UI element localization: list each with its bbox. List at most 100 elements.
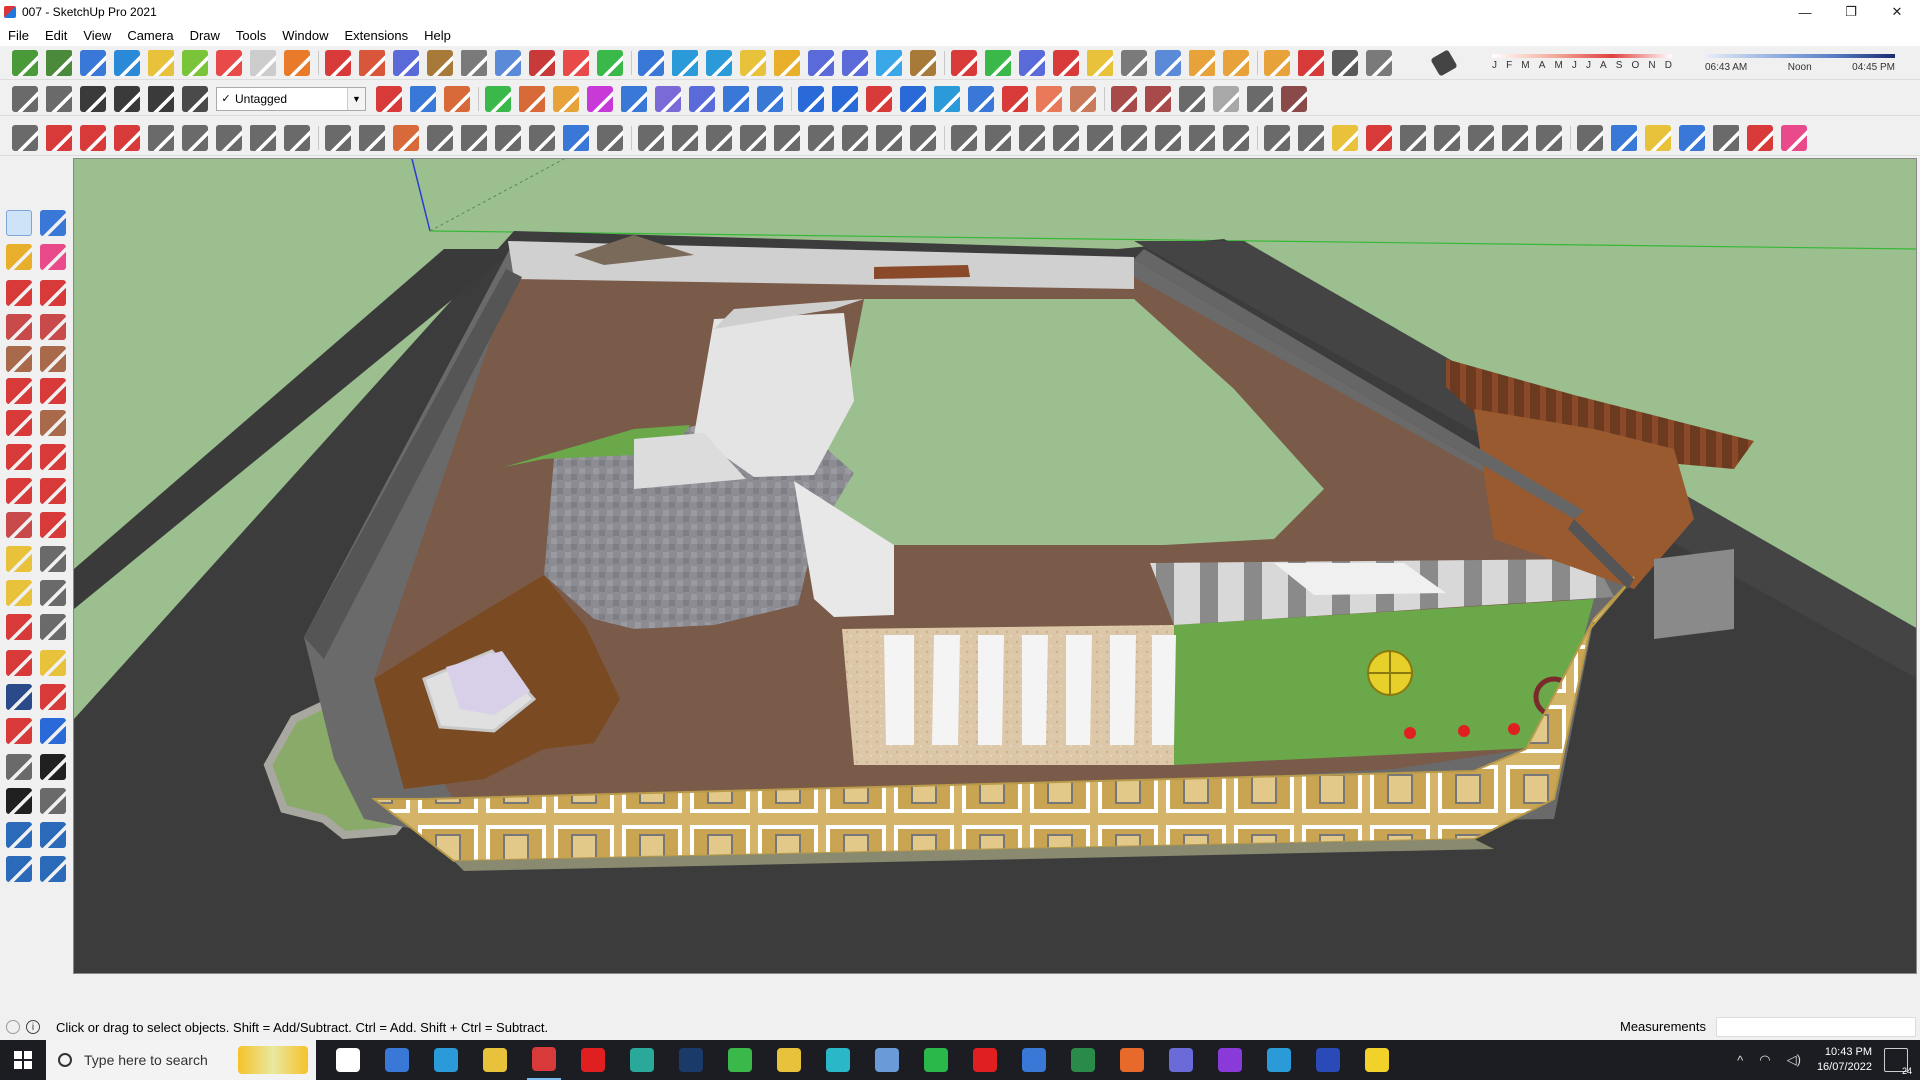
toolbar1-tool-19-icon[interactable]	[638, 49, 664, 76]
toolbar2-tool-28-icon[interactable]	[1111, 85, 1137, 112]
three-point-arc-icon[interactable]	[6, 410, 32, 436]
toolbar2-tool-9-icon[interactable]	[444, 85, 470, 112]
toolbar1-tool-13-icon[interactable]	[427, 49, 453, 76]
taskbar-sketchup-icon[interactable]	[527, 1040, 561, 1080]
toolbar3-tool-2-icon[interactable]	[46, 124, 72, 151]
toolbar1-tool-17-icon[interactable]	[563, 49, 589, 76]
smoove-icon[interactable]	[6, 856, 32, 882]
toolbar1-tool-15-icon[interactable]	[495, 49, 521, 76]
volume-icon[interactable]: ◁)	[1787, 1052, 1801, 1068]
move-icon[interactable]	[6, 444, 32, 470]
taskbar-todo-icon[interactable]	[1017, 1040, 1051, 1080]
menu-edit[interactable]: Edit	[37, 28, 75, 43]
toolbar2-tool-15-icon[interactable]	[655, 85, 681, 112]
look-around-icon[interactable]	[40, 754, 66, 780]
toolbar2-tool-33-icon[interactable]	[1281, 85, 1307, 112]
toolbar3-tool-4-icon[interactable]	[114, 124, 140, 151]
toolbar3-tool-8-icon[interactable]	[250, 124, 276, 151]
toolbar1-tool-29-icon[interactable]	[985, 49, 1011, 76]
toolbar3-tool-10-icon[interactable]	[325, 124, 351, 151]
arc-icon[interactable]	[6, 378, 32, 404]
taskbar-app-navy-icon[interactable]	[1311, 1040, 1345, 1080]
line-pencil-icon[interactable]	[6, 280, 32, 306]
paint-bucket-icon[interactable]	[6, 244, 32, 270]
text-icon[interactable]	[40, 580, 66, 606]
toolbar1-tool-34-icon[interactable]	[1155, 49, 1181, 76]
toolbar1-tool-22-icon[interactable]	[740, 49, 766, 76]
toolbar2-tool-19-icon[interactable]	[798, 85, 824, 112]
taskbar-whatsapp-icon[interactable]	[919, 1040, 953, 1080]
taskbar-sticky-notes-icon[interactable]	[1360, 1040, 1394, 1080]
previous-view-icon[interactable]	[40, 718, 66, 744]
menu-tools[interactable]: Tools	[228, 28, 274, 43]
toolbar3-tool-49-icon[interactable]	[1679, 124, 1705, 151]
toolbar1-tool-11-icon[interactable]	[359, 49, 385, 76]
taskbar-file-explorer-icon[interactable]	[478, 1040, 512, 1080]
toolbar3-tool-34-icon[interactable]	[1155, 124, 1181, 151]
toolbar1-tool-26-icon[interactable]	[876, 49, 902, 76]
rectangle-icon[interactable]	[6, 314, 32, 340]
taskbar-acrobat-icon[interactable]	[576, 1040, 610, 1080]
taskbar-discord-icon[interactable]	[1164, 1040, 1198, 1080]
taskbar-grammarly-icon[interactable]	[1115, 1040, 1149, 1080]
taskbar-app-blue-icon[interactable]	[870, 1040, 904, 1080]
toolbar3-tool-32-icon[interactable]	[1087, 124, 1113, 151]
menu-camera[interactable]: Camera	[119, 28, 181, 43]
taskbar-app-tiles-icon[interactable]	[625, 1040, 659, 1080]
rotate-icon[interactable]	[6, 478, 32, 504]
taskbar-calculator-icon[interactable]	[380, 1040, 414, 1080]
toolbar2-tool-4-icon[interactable]	[114, 85, 140, 112]
chevron-down-icon[interactable]: ▼	[347, 87, 365, 110]
shadow-month-slider[interactable]: JFMAMJJASOND	[1492, 52, 1681, 74]
toolbar2-tool-5-icon[interactable]	[148, 85, 174, 112]
toolbar3-tool-28-icon[interactable]	[951, 124, 977, 151]
toolbar2-tool-8-icon[interactable]	[410, 85, 436, 112]
toolbar1-tool-33-icon[interactable]	[1121, 49, 1147, 76]
geo-location-icon[interactable]	[6, 1020, 20, 1034]
toolbar2-tool-18-icon[interactable]	[757, 85, 783, 112]
toolbar2-tool-11-icon[interactable]	[519, 85, 545, 112]
instructor-info-icon[interactable]: i	[26, 1020, 40, 1034]
toolbar3-tool-17-icon[interactable]	[563, 124, 589, 151]
toolbar2-tool-14-icon[interactable]	[621, 85, 647, 112]
toolbar3-tool-20-icon[interactable]	[672, 124, 698, 151]
menu-extensions[interactable]: Extensions	[337, 28, 417, 43]
toolbar1-tool-5-icon[interactable]	[148, 49, 174, 76]
section-plane-icon[interactable]	[40, 788, 66, 814]
menu-view[interactable]: View	[75, 28, 119, 43]
toolbar3-tool-16-icon[interactable]	[529, 124, 555, 151]
pie-icon[interactable]	[40, 410, 66, 436]
taskbar-photoshop-icon[interactable]	[674, 1040, 708, 1080]
toolbar2-tool-31-icon[interactable]	[1213, 85, 1239, 112]
protractor-icon[interactable]	[6, 580, 32, 606]
toolbar3-tool-23-icon[interactable]	[774, 124, 800, 151]
taskbar-chrome-icon[interactable]	[723, 1040, 757, 1080]
toolbar2-tool-3-icon[interactable]	[80, 85, 106, 112]
toolbar3-tool-15-icon[interactable]	[495, 124, 521, 151]
make-component-icon[interactable]	[40, 210, 66, 236]
toolbar2-tool-24-icon[interactable]	[968, 85, 994, 112]
tape-measure-icon[interactable]	[6, 546, 32, 572]
zoom-icon[interactable]	[6, 684, 32, 710]
toolbar3-tool-38-icon[interactable]	[1298, 124, 1324, 151]
toolbar2-tool-25-icon[interactable]	[1002, 85, 1028, 112]
rotated-rectangle-icon[interactable]	[40, 314, 66, 340]
toolbar1-tool-10-icon[interactable]	[325, 49, 351, 76]
toolbar3-tool-41-icon[interactable]	[1400, 124, 1426, 151]
modeling-viewport[interactable]	[73, 158, 1917, 974]
two-point-arc-icon[interactable]	[40, 378, 66, 404]
toolbar3-tool-18-icon[interactable]	[597, 124, 623, 151]
toolbar1-tool-40-icon[interactable]	[1366, 49, 1392, 76]
toolbar3-tool-14-icon[interactable]	[461, 124, 487, 151]
eraser-icon[interactable]	[40, 244, 66, 270]
toolbar2-tool-32-icon[interactable]	[1247, 85, 1273, 112]
toolbar1-tool-6-icon[interactable]	[182, 49, 208, 76]
toolbar3-tool-31-icon[interactable]	[1053, 124, 1079, 151]
taskbar-chrome-2-icon[interactable]	[772, 1040, 806, 1080]
toolbar1-tool-23-icon[interactable]	[774, 49, 800, 76]
toolbar2-tool-26-icon[interactable]	[1036, 85, 1062, 112]
toolbar1-tool-1-icon[interactable]	[12, 49, 38, 76]
orbit-icon[interactable]	[6, 650, 32, 676]
push-pull-icon[interactable]	[40, 444, 66, 470]
taskbar-app-cyan-icon[interactable]	[821, 1040, 855, 1080]
